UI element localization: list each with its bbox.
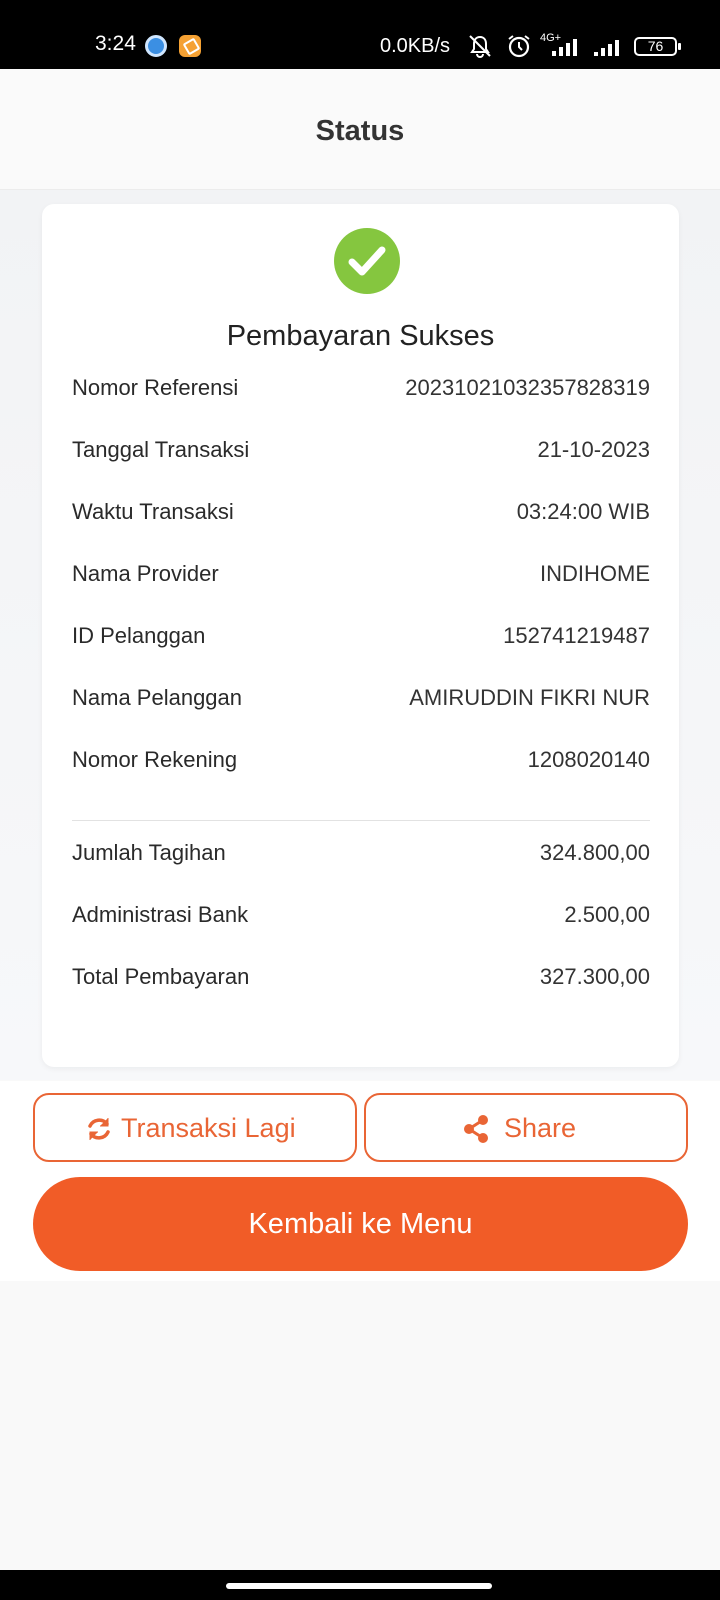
detail-label: Tanggal Transaksi [72, 437, 250, 462]
detail-row-customer-name: Nama Pelanggan AMIRUDDIN FIKRI NUR [72, 683, 650, 713]
net-speed: 0.0KB/s [380, 35, 451, 57]
detail-row-provider: Nama Provider INDIHOME [72, 559, 650, 589]
detail-row-account: Nomor Rekening 1208020140 [72, 745, 650, 775]
app-icon-orange [179, 35, 201, 57]
transact-again-label: Transaksi Lagi [121, 1113, 296, 1143]
amount-label: Jumlah Tagihan [72, 840, 226, 865]
share-button[interactable]: Share [364, 1093, 688, 1162]
detail-value: 21-10-2023 [537, 437, 650, 462]
amount-value: 2.500,00 [564, 902, 650, 927]
amount-value: 327.300,00 [539, 964, 650, 989]
battery-icon: 76 [634, 37, 681, 56]
detail-value: 152741219487 [503, 623, 650, 648]
payment-status-title: Pembayaran Sukses [226, 320, 495, 352]
amount-value: 324.800,00 [539, 840, 650, 865]
detail-value: 20231021032357828319 [405, 375, 650, 400]
detail-label: Nomor Referensi [72, 375, 239, 400]
transact-again-button[interactable]: Transaksi Lagi [33, 1093, 357, 1162]
amount-label: Administrasi Bank [72, 902, 249, 927]
amount-row-bill: Jumlah Tagihan 324.800,00 [72, 838, 650, 868]
amount-row-admin-fee: Administrasi Bank 2.500,00 [72, 900, 650, 930]
bell-muted-icon [469, 35, 491, 58]
share-label: Share [504, 1113, 577, 1143]
app-icon-blue [145, 35, 167, 57]
detail-label: ID Pelanggan [72, 623, 206, 648]
detail-value: INDIHOME [540, 561, 650, 586]
app-header: Status [0, 69, 720, 190]
check-circle-icon [334, 228, 400, 294]
amount-row-total: Total Pembayaran 327.300,00 [72, 962, 650, 992]
status-bar: 3:24 0.0KB/s 4G+ 76 [0, 0, 720, 69]
detail-row-time: Waktu Transaksi 03:24:00 WIB [72, 497, 650, 527]
signal-icon [594, 40, 619, 56]
detail-label: Waktu Transaksi [72, 499, 234, 524]
receipt-card: Pembayaran Sukses Nomor Referensi 202310… [42, 204, 679, 1067]
share-icon [464, 1115, 488, 1143]
detail-row-reference: Nomor Referensi 20231021032357828319 [72, 373, 650, 403]
detail-label: Nomor Rekening [72, 747, 238, 772]
alarm-icon [508, 35, 530, 58]
home-gesture-handle[interactable] [226, 1583, 492, 1589]
detail-value: 1208020140 [527, 747, 650, 772]
system-nav-bar [0, 1570, 720, 1600]
detail-label: Nama Pelanggan [72, 685, 243, 710]
detail-value: 03:24:00 WIB [516, 499, 650, 524]
signal-icon [552, 39, 577, 56]
detail-label: Nama Provider [72, 561, 219, 586]
page-title: Status [315, 115, 405, 147]
detail-value: AMIRUDDIN FIKRI NUR [409, 685, 650, 710]
detail-row-date: Tanggal Transaksi 21-10-2023 [72, 435, 650, 465]
back-to-menu-button[interactable]: Kembali ke Menu [33, 1177, 688, 1271]
divider [72, 820, 650, 821]
status-time: 3:24 [95, 32, 136, 55]
refresh-icon [88, 1118, 110, 1140]
detail-row-customer-id: ID Pelanggan 152741219487 [72, 621, 650, 651]
amount-label: Total Pembayaran [72, 964, 250, 989]
